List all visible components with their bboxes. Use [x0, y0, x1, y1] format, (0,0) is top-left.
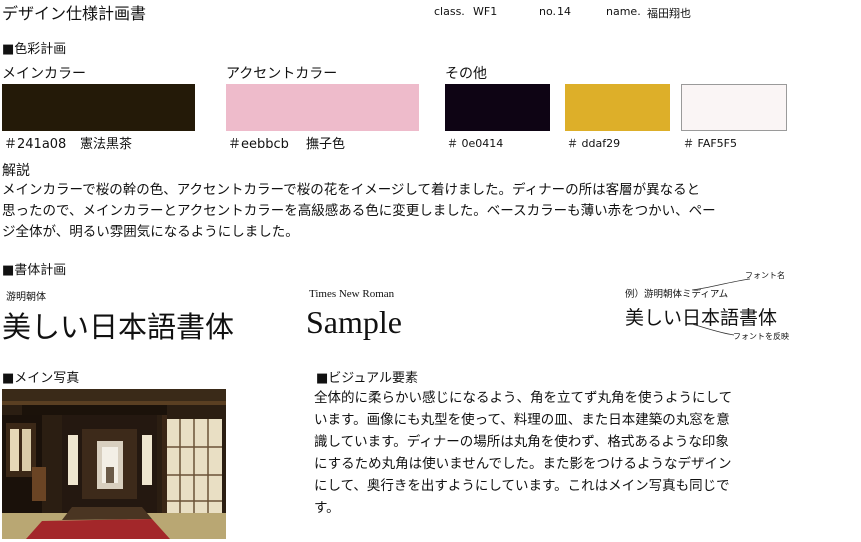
visual-line: にするため丸角は使いませんでした。また影をつけるようなデザイン	[314, 456, 732, 472]
visual-line: 識しています。ディナーの場所は丸角を使わず、格式あるような印象	[314, 434, 729, 450]
class-label: class.	[434, 5, 465, 18]
page-title: デザイン仕様計画書	[2, 4, 147, 23]
visual-line: います。画像にも丸型を使って、料理の皿、また日本建築の丸窓を意	[314, 412, 730, 428]
main-color-name: 憲法黒茶	[80, 137, 133, 152]
number-value: 14	[557, 5, 571, 18]
leader-line-font-applied	[691, 323, 735, 336]
note-font-applied: フォントを反映	[733, 332, 789, 341]
explanation-text: メインカラーで桜の幹の色、アクセントカラーで桜の花をイメージして着けました。ディ…	[2, 180, 716, 243]
explanation-heading: 解説	[2, 163, 30, 179]
other-dark-hex: ＃ 0e0414	[447, 137, 504, 150]
swatch-main-color	[2, 84, 195, 131]
visual-line: す。	[314, 500, 340, 516]
swatch-other-gold	[565, 84, 670, 131]
en-font-sample: Sample	[306, 304, 402, 340]
name-label: name.	[606, 5, 641, 18]
example-caption: 例）游明朝体ミディアム	[625, 289, 729, 300]
main-photo-illustration	[2, 389, 226, 539]
main-photo-image	[2, 389, 226, 539]
accent-color-label: アクセントカラー	[226, 66, 338, 82]
explanation-line: ジ全体が、明るい雰囲気になるようにしました。	[2, 224, 299, 240]
name-value: 福田翔也	[647, 7, 691, 20]
main-photo-heading: ■メイン写真	[2, 371, 80, 386]
class-value: WF1	[473, 5, 498, 18]
swatch-accent-color	[226, 84, 419, 131]
accent-color-name: 撫子色	[306, 137, 346, 152]
main-color-hex: ＃241a08	[4, 137, 67, 152]
explanation-line: 思ったので、メインカラーとアクセントカラーを高級感ある色に変更しました。ベースカ…	[2, 203, 716, 219]
visual-line: にして、奥行きを出すようにしています。これはメイン写真も同じで	[314, 478, 730, 494]
other-base-hex: ＃ FAF5F5	[683, 137, 737, 150]
color-plan-heading: ■色彩計画	[2, 42, 67, 57]
jp-font-name: 游明朝体	[6, 292, 46, 303]
visual-elements-heading: ■ビジュアル要素	[316, 371, 418, 386]
other-gold-hex: ＃ ddaf29	[567, 137, 621, 150]
typeface-plan-heading: ■書体計画	[2, 263, 67, 278]
swatch-other-base	[681, 84, 787, 131]
number-label: no.	[539, 5, 557, 18]
main-color-label: メインカラー	[2, 66, 86, 82]
jp-font-sample: 美しい日本語書体	[2, 310, 235, 344]
explanation-line: メインカラーで桜の幹の色、アクセントカラーで桜の花をイメージして着けました。ディ…	[2, 182, 701, 198]
visual-line: 全体的に柔らかい感じになるよう、角を立てず丸角を使うようにして	[314, 390, 733, 406]
swatch-other-dark	[445, 84, 550, 131]
other-color-label: その他	[445, 66, 487, 82]
accent-color-hex: ＃eebbcb	[228, 137, 289, 152]
en-font-name: Times New Roman	[309, 288, 395, 300]
visual-elements-text: 全体的に柔らかい感じになるよう、角を立てず丸角を使うようにして います。画像にも…	[314, 387, 794, 519]
